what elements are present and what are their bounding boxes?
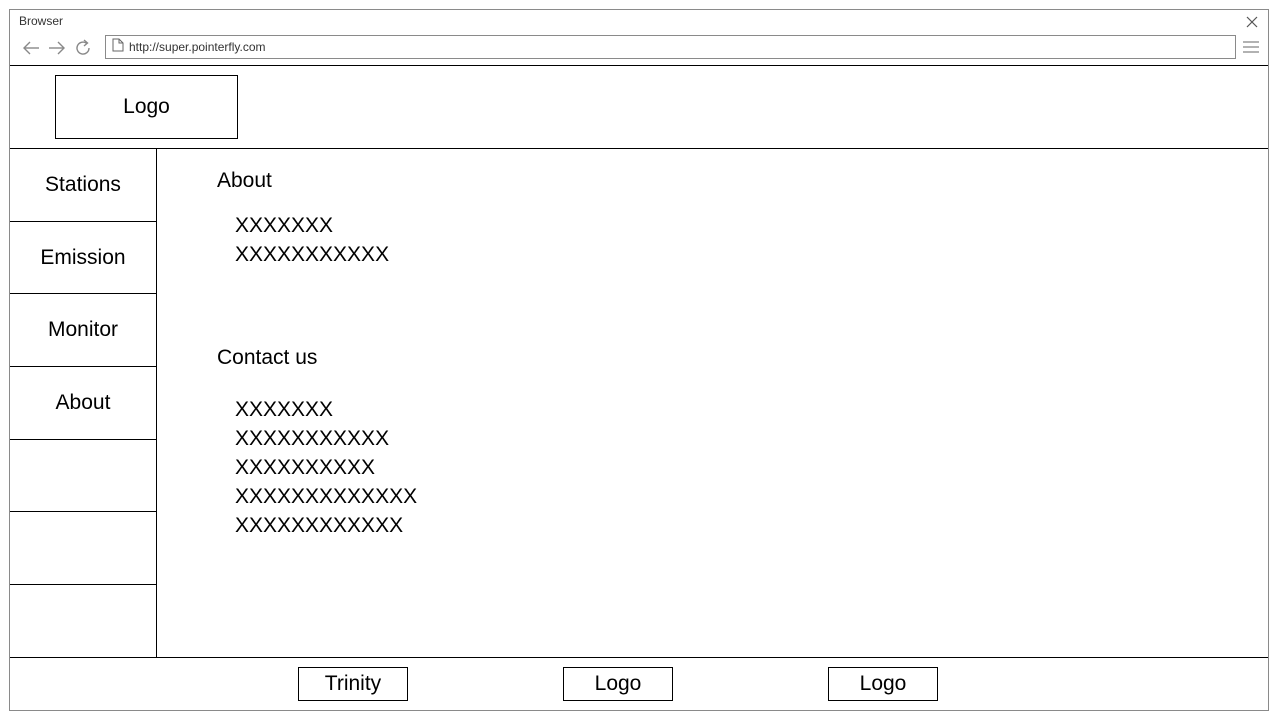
footer-logo[interactable]: Logo [563, 667, 673, 701]
contact-text: XXXXXXX XXXXXXXXXXX XXXXXXXXXX XXXXXXXXX… [235, 395, 417, 540]
about-line: XXXXXXX [235, 214, 334, 237]
sidebar-item-empty-2[interactable] [10, 512, 156, 586]
about-text: XXXXXXX XXXXXXXXXXX [235, 211, 389, 269]
browser-chrome: Browser http://super.pointerfly.com [10, 10, 1268, 66]
contact-line: XXXXXXXXXX [235, 456, 376, 479]
contact-line: XXXXXXX [235, 398, 334, 421]
about-title: About [217, 169, 272, 192]
contact-line: XXXXXXXXXXXX [235, 514, 404, 537]
sidebar: Stations Emission Monitor About [10, 149, 157, 658]
window-title: Browser [19, 14, 64, 28]
sidebar-item-empty-3[interactable] [10, 585, 156, 658]
sidebar-item-about[interactable]: About [10, 367, 156, 440]
contact-line: XXXXXXXXXXX [235, 427, 390, 450]
page-icon [112, 38, 124, 57]
footer-logo[interactable]: Logo [828, 667, 938, 701]
contact-title: Contact us [217, 346, 318, 369]
close-icon[interactable] [1244, 14, 1260, 30]
browser-window: Browser http://super.pointerfly.com Logo… [9, 9, 1269, 711]
about-line: XXXXXXXXXXX [235, 243, 390, 266]
sidebar-item-monitor[interactable]: Monitor [10, 294, 156, 368]
sidebar-item-emission[interactable]: Emission [10, 222, 156, 295]
sidebar-item-stations[interactable]: Stations [10, 149, 156, 222]
arrow-right-icon[interactable] [47, 38, 67, 58]
page-header: Logo [10, 66, 1268, 149]
main-content: About XXXXXXX XXXXXXXXXXX Contact us XXX… [157, 149, 1268, 658]
address-bar[interactable]: http://super.pointerfly.com [105, 35, 1236, 59]
contact-line: XXXXXXXXXXXXX [235, 485, 418, 508]
sidebar-item-empty-1[interactable] [10, 440, 156, 513]
reload-icon[interactable] [73, 38, 93, 58]
url-text[interactable]: http://super.pointerfly.com [129, 40, 266, 54]
arrow-left-icon[interactable] [21, 38, 41, 58]
page-footer: Trinity Logo Logo [10, 657, 1268, 711]
hamburger-menu-icon[interactable] [1242, 38, 1260, 56]
header-logo[interactable]: Logo [55, 75, 238, 139]
footer-trinity[interactable]: Trinity [298, 667, 408, 701]
